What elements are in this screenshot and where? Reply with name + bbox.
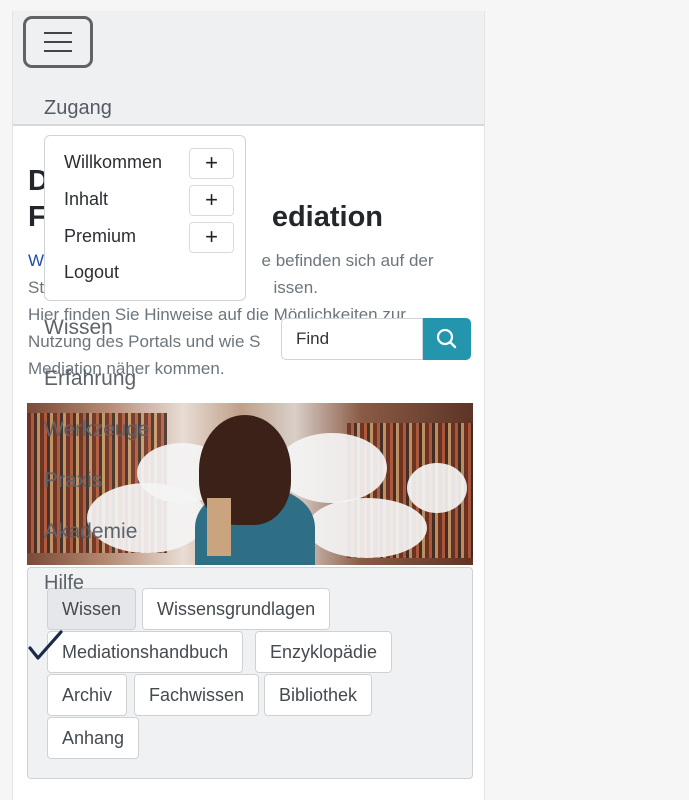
tag-archiv[interactable]: Archiv [47,674,128,716]
nav-link-praxis[interactable]: Praxis [44,469,102,493]
menu-item-premium[interactable]: Premium [64,226,136,247]
page-frame: Zugang D F ediation W e befinden sich au… [12,11,485,800]
intro-line1-rest: e befinden sich auf der [261,251,434,270]
checkmark-icon [28,630,63,660]
intro-line2-start: St [28,278,45,297]
menu-item-logout[interactable]: Logout [64,262,119,283]
nav-link-akademie[interactable]: Akademie [44,520,137,544]
nav-link-hilfe[interactable]: Hilfe [44,572,84,595]
tag-mediationshandbuch[interactable]: Mediationshandbuch [47,631,244,673]
search-icon [436,328,457,349]
expand-inhalt-button[interactable]: + [189,185,234,216]
nav-link-zugang[interactable]: Zugang [44,97,112,120]
intro-link[interactable]: W [28,251,44,270]
nav-link-werkzeuge[interactable]: Werkzeuge [44,418,150,442]
tag-fachwissen[interactable]: Fachwissen [134,674,260,716]
tag-panel: Wissen Wissensgrundlagen Mediationshandb… [27,567,473,779]
navbar: Zugang [13,11,484,126]
menu-item-inhalt[interactable]: Inhalt [64,189,108,210]
search-button[interactable] [423,318,471,360]
nav-link-erfahrung[interactable]: Erfahrung [44,367,136,391]
nav-link-wissen[interactable]: Wissen [44,316,113,340]
tag-enzyklopaedie[interactable]: Enzyklopädie [255,631,393,673]
expand-premium-button[interactable]: + [189,222,234,253]
tag-anhang[interactable]: Anhang [47,717,140,759]
menu-item-willkommen[interactable]: Willkommen [64,152,162,173]
hamburger-menu-icon[interactable] [23,16,93,68]
intro-line2-end: issen. [273,278,318,297]
search-input[interactable]: Find [281,318,423,360]
page-title-line2-suffix: ediation [271,201,384,233]
zugang-dropdown-menu: Willkommen + Inhalt + Premium + Logout [44,135,246,301]
expand-willkommen-button[interactable]: + [189,148,234,179]
tag-wissensgrundlagen[interactable]: Wissensgrundlagen [142,588,331,630]
tag-bibliothek[interactable]: Bibliothek [264,674,373,716]
